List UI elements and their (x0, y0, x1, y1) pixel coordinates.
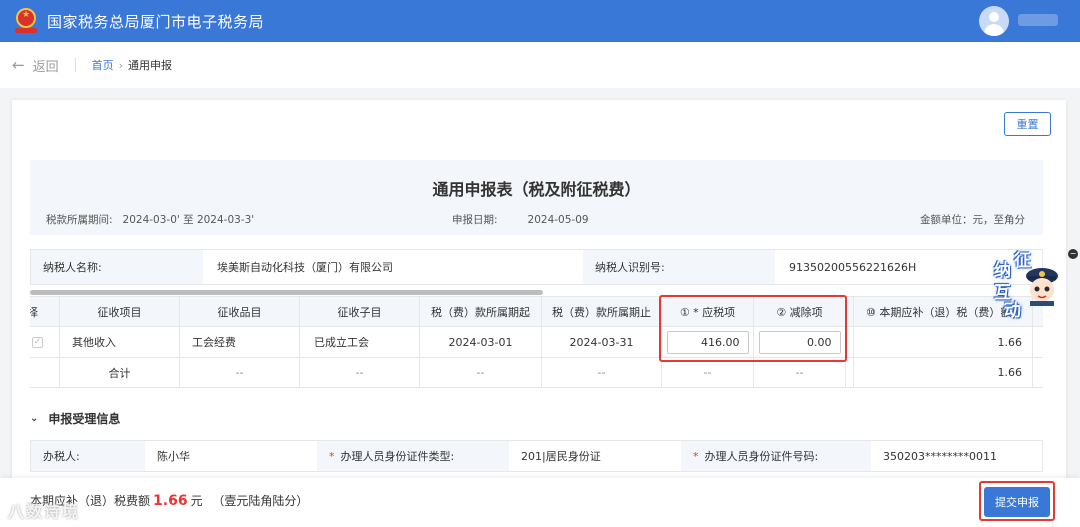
form-header: 通用申报表（税及附征税费） 税款所属期间: 2024-03-0' 至 2024-0… (30, 160, 1043, 235)
col-category: 征收品目 (180, 297, 300, 326)
breadcrumb-current: 通用申报 (128, 59, 172, 72)
row-select-cell[interactable]: ✓ (30, 327, 60, 357)
submit-highlight-frame (979, 481, 1055, 521)
reset-button[interactable]: 重置 (1004, 112, 1051, 136)
id-type-label: * 办理人员身份证件类型: (317, 441, 509, 471)
table-total-row: 合计 -- -- -- -- -- -- 1.66 (30, 358, 1043, 388)
username-blurred[interactable] (1018, 14, 1058, 26)
handler-label: 办税人: (31, 441, 145, 471)
mascot-char: 动 (1004, 301, 1021, 321)
total-category: -- (180, 358, 300, 387)
top-bar: ★ 国家税务总局厦门市电子税务局 (0, 0, 1080, 42)
scrollbar-thumb[interactable] (30, 290, 543, 295)
footer-amount-words: （壹元陆角陆分） (212, 494, 309, 508)
breadcrumb-home[interactable]: 首页 (92, 57, 114, 73)
breadcrumb-separator: › (118, 58, 123, 72)
col-subitem: 征收子目 (300, 297, 420, 326)
declare-date-label: 申报日期: (452, 214, 498, 226)
total-deduction: -- (754, 358, 846, 387)
row-end: 2024-03-31 (542, 327, 662, 357)
id-no-value[interactable]: 350203********0011 (871, 441, 1042, 471)
section-header[interactable]: ⌄ 申报受理信息 (30, 410, 120, 427)
row-category: 工会经费 (180, 327, 300, 357)
handler-value: 陈小华 (157, 450, 190, 463)
section-title: 申报受理信息 (48, 412, 121, 426)
table-row: ✓ 其他收入 工会经费 已成立工会 2024-03-01 2024-03-31 … (30, 327, 1043, 358)
table-header: 选择 征收项目 征收品目 征收子目 税（费）款所属期起 税（费）款所属期止 ① … (30, 297, 1043, 327)
app-title: 国家税务总局厦门市电子税务局 (47, 12, 265, 31)
footer-amount: 1.66 (153, 493, 188, 509)
total-start: -- (420, 358, 542, 387)
footer-unit: 元 (190, 494, 203, 508)
back-label: 返回 (32, 59, 59, 75)
chevron-down-icon: ⌄ (30, 413, 39, 424)
back-button[interactable]: ← 返回 (12, 56, 59, 75)
back-arrow-icon: ← (12, 56, 25, 74)
id-no-label-text: 办理人员身份证件号码: (704, 450, 819, 463)
id-no-label: * 办理人员身份证件号码: (681, 441, 871, 471)
total-end: -- (542, 358, 662, 387)
table-scrollbar[interactable] (30, 290, 1043, 296)
col-item: 征收项目 (60, 297, 180, 326)
col-select-label: 选择 (30, 304, 38, 320)
side-collapse-icon[interactable]: − (1068, 249, 1078, 259)
col-start: 税（费）款所属期起 (420, 297, 542, 326)
form-title: 通用申报表（税及附征税费） (432, 180, 641, 199)
tax-period: 税款所属期间: 2024-03-0' 至 2024-03-3' (46, 212, 254, 227)
total-subitem: -- (300, 358, 420, 387)
total-label: 合计 (60, 358, 180, 387)
tax-emblem-icon: ★ (15, 8, 37, 34)
total-gap (846, 358, 854, 387)
row-subitem: 已成立工会 (300, 327, 420, 357)
agent-info: 办税人: 陈小华 * 办理人员身份证件类型: 201|居民身份证 * 办理人员身份证… (30, 440, 1043, 472)
row-checkbox[interactable]: ✓ (32, 336, 43, 348)
divider (74, 58, 76, 72)
declare-date-value: 2024-05-09 (527, 214, 589, 226)
id-type-label-text: 办理人员身份证件类型: (340, 450, 455, 463)
declare-date: 申报日期: 2024-05-09 (452, 212, 589, 227)
col-select: 选择 (30, 297, 60, 326)
highlight-frame (659, 295, 847, 362)
col-gap (846, 297, 854, 326)
row-item: 其他收入 (60, 327, 180, 357)
watermark: 八数诗境 (8, 502, 81, 521)
col-end: 税（费）款所属期止 (542, 297, 662, 326)
declaration-table: 选择 征收项目 征收品目 征收子目 税（费）款所属期起 税（费）款所属期止 ① … (30, 296, 1043, 390)
breadcrumb-bar: ← 返回 首页 › 通用申报 (0, 42, 1080, 88)
taxpayer-info: 纳税人名称: 埃美斯自动化科技（厦门）有限公司 纳税人识别号: 91350200… (30, 249, 1043, 285)
taxpayer-name-label: 纳税人名称: (31, 250, 203, 284)
footer-bar: 本期应补（退）税费额 1.66 元 （壹元陆角陆分） 八数诗境 提交申报 (0, 478, 1080, 527)
taxpayer-name-value: 埃美斯自动化科技（厦门）有限公司 (217, 261, 393, 274)
user-avatar[interactable] (979, 6, 1009, 36)
assistant-mascot[interactable]: 征 纳 互 动 (992, 246, 1072, 322)
taxpayer-id-label: 纳税人识别号: (583, 250, 775, 284)
row-start: 2024-03-01 (420, 327, 542, 357)
total-amount: 1.66 (854, 358, 1033, 387)
row-gap (846, 327, 854, 357)
row-amount: 1.66 (854, 327, 1033, 357)
tax-period-label: 税款所属期间: (46, 214, 113, 226)
tax-period-value: 2024-03-0' 至 2024-03-3' (122, 214, 255, 226)
amount-unit: 金额单位：元，至角分 (920, 214, 1025, 226)
id-type-value[interactable]: 201|居民身份证 (509, 441, 681, 471)
officer-mascot-icon (1026, 268, 1058, 306)
total-taxable: -- (662, 358, 754, 387)
total-select-cell (30, 358, 60, 387)
